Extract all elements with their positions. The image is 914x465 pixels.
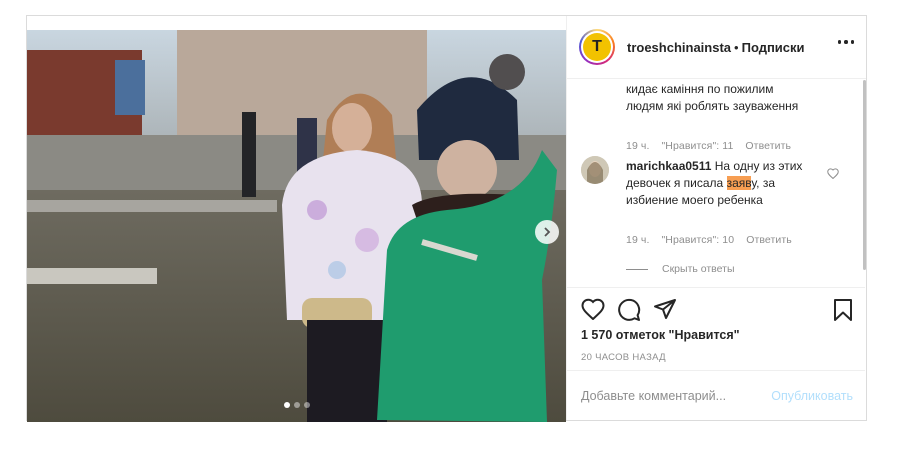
comment-age: 19 ч. xyxy=(626,234,650,246)
carousel-indicator xyxy=(284,402,310,408)
comment-text-line: marichkaa0511 На одну из этих xyxy=(626,158,826,175)
comment-text-line: девочек я писала заяву, за xyxy=(626,175,826,192)
post-photo[interactable] xyxy=(27,30,566,422)
avatar[interactable]: T xyxy=(579,29,615,65)
more-dot xyxy=(850,40,854,44)
share-icon[interactable] xyxy=(653,298,677,320)
comment-icon[interactable] xyxy=(617,298,641,322)
post-header: T troeshchinainsta • Подписки xyxy=(567,16,866,79)
likes-count[interactable]: 1 570 отметок "Нравится" xyxy=(581,328,740,342)
carousel-dot xyxy=(294,402,300,408)
comment-likes[interactable]: "Нравится": 10 xyxy=(661,234,734,246)
post-timestamp: 20 ЧАСОВ НАЗАД xyxy=(581,352,666,363)
comment-meta: 19 ч. "Нравится": 11 Ответить xyxy=(626,140,791,152)
heart-icon xyxy=(827,168,839,180)
comment-body: кидає каміння по пожилим людям які робля… xyxy=(626,81,798,115)
comments-list: кидає каміння по пожилим людям які робля… xyxy=(567,80,865,287)
reply-button[interactable]: Ответить xyxy=(746,234,792,246)
heart-icon[interactable] xyxy=(581,298,605,320)
next-slide-button[interactable] xyxy=(535,220,559,244)
following-button[interactable]: Подписки xyxy=(742,40,805,55)
header-username-line: troeshchinainsta • Подписки xyxy=(627,40,805,55)
avatar-photo xyxy=(581,156,609,184)
post-sidebar: T troeshchinainsta • Подписки кидає камінн… xyxy=(566,16,866,420)
photo-scene xyxy=(27,30,566,422)
comments-scrollbar[interactable] xyxy=(863,80,866,287)
avatar-logo: T xyxy=(583,33,611,61)
username-link[interactable]: troeshchinainsta xyxy=(627,40,731,55)
comment-likes[interactable]: "Нравится": 11 xyxy=(661,140,733,152)
hide-replies-button[interactable]: Скрыть ответы xyxy=(626,263,735,275)
bookmark-icon xyxy=(834,299,852,321)
scrollbar-thumb[interactable] xyxy=(863,80,866,270)
commenter-avatar[interactable] xyxy=(581,156,609,184)
hide-replies-label: Скрыть ответы xyxy=(662,263,735,275)
comment-text-line: кидає каміння по пожилим xyxy=(626,82,774,96)
reply-button[interactable]: Ответить xyxy=(745,140,791,152)
more-options-button[interactable] xyxy=(837,40,854,44)
publish-button[interactable]: Опубликовать xyxy=(771,389,853,403)
comment-like-button[interactable] xyxy=(827,166,839,184)
comment-text-line: избиение моего ребенка xyxy=(626,193,763,207)
comment-age: 19 ч. xyxy=(626,140,650,152)
comment-body: marichkaa0511 На одну из этих девочек я … xyxy=(626,158,826,209)
header-separator: • xyxy=(734,39,739,55)
add-comment-bar: Опубликовать xyxy=(567,370,865,420)
instagram-post: T troeshchinainsta • Подписки кидає камінн… xyxy=(26,15,867,422)
comment-username[interactable]: marichkaa0511 xyxy=(626,159,711,173)
carousel-dot xyxy=(304,402,310,408)
save-button[interactable] xyxy=(833,298,853,327)
comment-input[interactable] xyxy=(581,388,761,403)
highlighted-text: заяв xyxy=(726,176,752,190)
more-dot xyxy=(844,40,848,44)
action-icons xyxy=(581,298,677,322)
comment-text: у, за xyxy=(751,176,776,190)
chevron-right-icon xyxy=(544,227,551,237)
comment-text: девочек я писала xyxy=(626,176,727,190)
more-dot xyxy=(837,40,841,44)
replies-divider xyxy=(626,268,648,270)
comment-text: На одну из этих xyxy=(714,159,803,173)
comment-text-line: людям які роблять зауваження xyxy=(626,99,799,113)
comment-meta: 19 ч. "Нравится": 10 Ответить xyxy=(626,234,792,246)
carousel-dot xyxy=(284,402,290,408)
